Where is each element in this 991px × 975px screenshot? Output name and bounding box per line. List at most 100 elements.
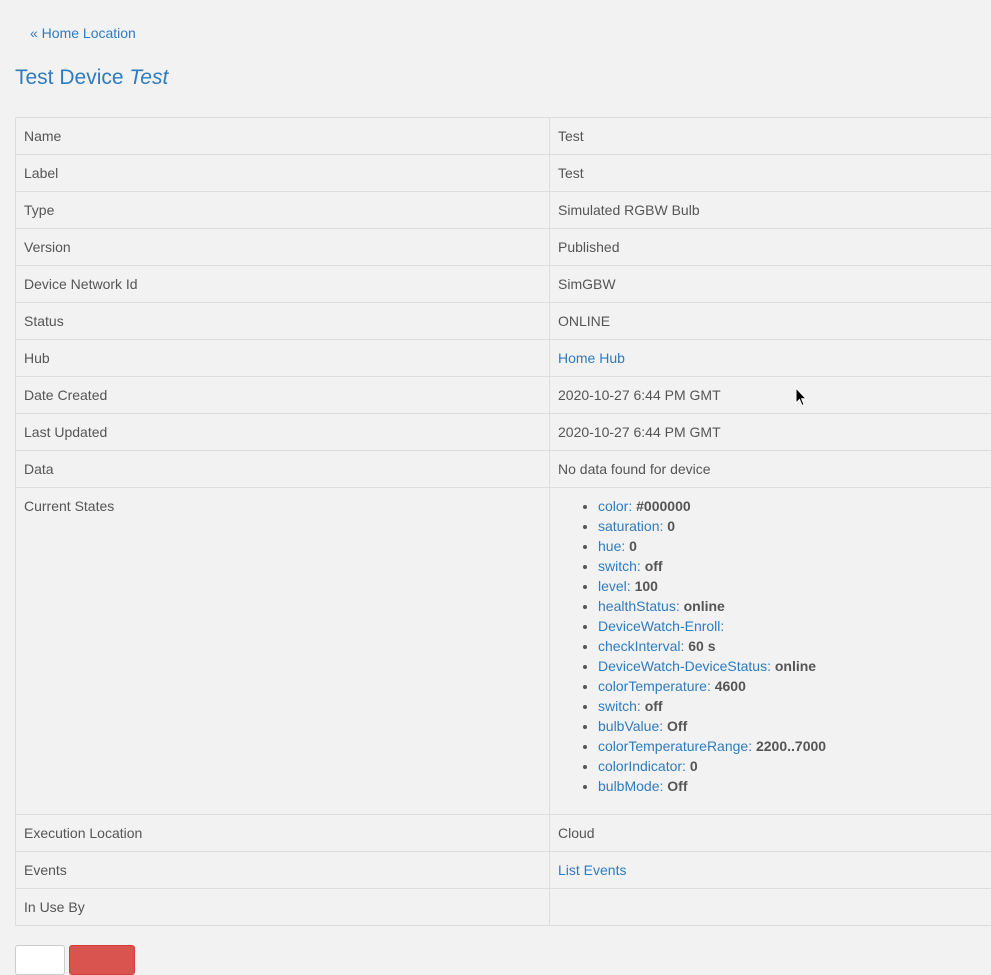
- state-name-link[interactable]: bulbValue: [598, 718, 659, 734]
- state-value: #000000: [636, 498, 691, 514]
- last-updated-value: 2020-10-27 6:44 PM GMT: [550, 414, 991, 451]
- state-value: Off: [667, 718, 687, 734]
- remove-button[interactable]: [69, 945, 135, 975]
- list-events-link[interactable]: List Events: [558, 862, 626, 878]
- state-value: online: [775, 658, 816, 674]
- network-id-label: Device Network Id: [16, 266, 550, 303]
- type-label: Type: [16, 192, 550, 229]
- state-item: color: #000000: [598, 496, 991, 516]
- hub-cell: Home Hub: [550, 340, 991, 377]
- state-value: 0: [667, 518, 675, 534]
- table-row-events: Events List Events: [16, 852, 991, 889]
- state-item: colorIndicator: 0: [598, 756, 991, 776]
- state-name-link[interactable]: color: [598, 498, 628, 514]
- state-item: saturation: 0: [598, 516, 991, 536]
- table-row-version: Version Published: [16, 229, 991, 266]
- state-separator: :: [720, 618, 724, 634]
- state-name-link[interactable]: colorIndicator: [598, 758, 682, 774]
- state-value: Off: [667, 778, 687, 794]
- events-cell: List Events: [550, 852, 991, 889]
- date-created-value: 2020-10-27 6:44 PM GMT: [550, 377, 991, 414]
- table-row-label: Label Test: [16, 155, 991, 192]
- data-label: Data: [16, 451, 550, 488]
- hub-link[interactable]: Home Hub: [558, 350, 625, 366]
- state-separator: :: [621, 538, 625, 554]
- current-states-cell: color: #000000saturation: 0hue: 0switch:…: [550, 488, 991, 815]
- state-value: off: [645, 558, 663, 574]
- events-label: Events: [16, 852, 550, 889]
- state-item: colorTemperatureRange: 2200..7000: [598, 736, 991, 756]
- state-name-link[interactable]: switch: [598, 558, 637, 574]
- in-use-by-label: In Use By: [16, 889, 550, 926]
- version-label: Version: [16, 229, 550, 266]
- state-value: 2200..7000: [756, 738, 826, 754]
- table-row-current-states: Current States color: #000000saturation:…: [16, 488, 991, 815]
- state-name-link[interactable]: level: [598, 578, 627, 594]
- table-row-execution-location: Execution Location Cloud: [16, 815, 991, 852]
- last-updated-label: Last Updated: [16, 414, 550, 451]
- edit-button[interactable]: [15, 945, 65, 975]
- page-title-prefix: Test Device: [15, 66, 124, 89]
- state-separator: :: [637, 558, 641, 574]
- state-name-link[interactable]: DeviceWatch-DeviceStatus: [598, 658, 767, 674]
- table-row-data: Data No data found for device: [16, 451, 991, 488]
- state-name-link[interactable]: hue: [598, 538, 621, 554]
- table-row-name: Name Test: [16, 118, 991, 155]
- state-separator: :: [637, 698, 641, 714]
- state-separator: :: [659, 718, 663, 734]
- name-value: Test: [550, 118, 991, 155]
- state-item: switch: off: [598, 556, 991, 576]
- in-use-by-value: [550, 889, 991, 926]
- state-separator: :: [707, 678, 711, 694]
- mouse-pointer-icon: [795, 387, 807, 407]
- state-item: DeviceWatch-Enroll:: [598, 616, 991, 636]
- execution-location-label: Execution Location: [16, 815, 550, 852]
- state-item: switch: off: [598, 696, 991, 716]
- state-separator: :: [660, 778, 664, 794]
- state-separator: :: [628, 498, 632, 514]
- state-name-link[interactable]: DeviceWatch-Enroll: [598, 618, 720, 634]
- state-separator: :: [659, 518, 663, 534]
- state-separator: :: [676, 598, 680, 614]
- type-value: Simulated RGBW Bulb: [550, 192, 991, 229]
- state-value: 0: [690, 758, 698, 774]
- current-states-list: color: #000000saturation: 0hue: 0switch:…: [558, 496, 991, 796]
- state-separator: :: [767, 658, 771, 674]
- table-row-date-created: Date Created 2020-10-27 6:44 PM GMT: [16, 377, 991, 414]
- state-separator: :: [627, 578, 631, 594]
- state-item: colorTemperature: 4600: [598, 676, 991, 696]
- state-name-link[interactable]: healthStatus: [598, 598, 676, 614]
- state-name-link[interactable]: colorTemperatureRange: [598, 738, 748, 754]
- execution-location-value: Cloud: [550, 815, 991, 852]
- state-separator: :: [682, 758, 686, 774]
- table-row-network-id: Device Network Id SimGBW: [16, 266, 991, 303]
- state-item: healthStatus: online: [598, 596, 991, 616]
- label-value: Test: [550, 155, 991, 192]
- table-row-status: Status ONLINE: [16, 303, 991, 340]
- state-item: hue: 0: [598, 536, 991, 556]
- status-label: Status: [16, 303, 550, 340]
- table-row-last-updated: Last Updated 2020-10-27 6:44 PM GMT: [16, 414, 991, 451]
- table-row-hub: Hub Home Hub: [16, 340, 991, 377]
- date-created-label: Date Created: [16, 377, 550, 414]
- state-name-link[interactable]: saturation: [598, 518, 659, 534]
- state-value: 0: [629, 538, 637, 554]
- version-value: Published: [550, 229, 991, 266]
- current-states-label: Current States: [16, 488, 550, 815]
- back-to-location-link[interactable]: « Home Location: [30, 25, 136, 41]
- data-value: No data found for device: [550, 451, 991, 488]
- page-title-device-name: Test: [129, 66, 168, 89]
- table-row-in-use-by: In Use By: [16, 889, 991, 926]
- state-item: level: 100: [598, 576, 991, 596]
- label-label: Label: [16, 155, 550, 192]
- state-name-link[interactable]: checkInterval: [598, 638, 680, 654]
- state-value: 60 s: [688, 638, 715, 654]
- state-name-link[interactable]: switch: [598, 698, 637, 714]
- page-title: Test Device Test: [15, 66, 168, 90]
- state-item: bulbValue: Off: [598, 716, 991, 736]
- network-id-value: SimGBW: [550, 266, 991, 303]
- state-name-link[interactable]: bulbMode: [598, 778, 660, 794]
- state-value: 4600: [715, 678, 746, 694]
- state-value: online: [684, 598, 725, 614]
- state-name-link[interactable]: colorTemperature: [598, 678, 707, 694]
